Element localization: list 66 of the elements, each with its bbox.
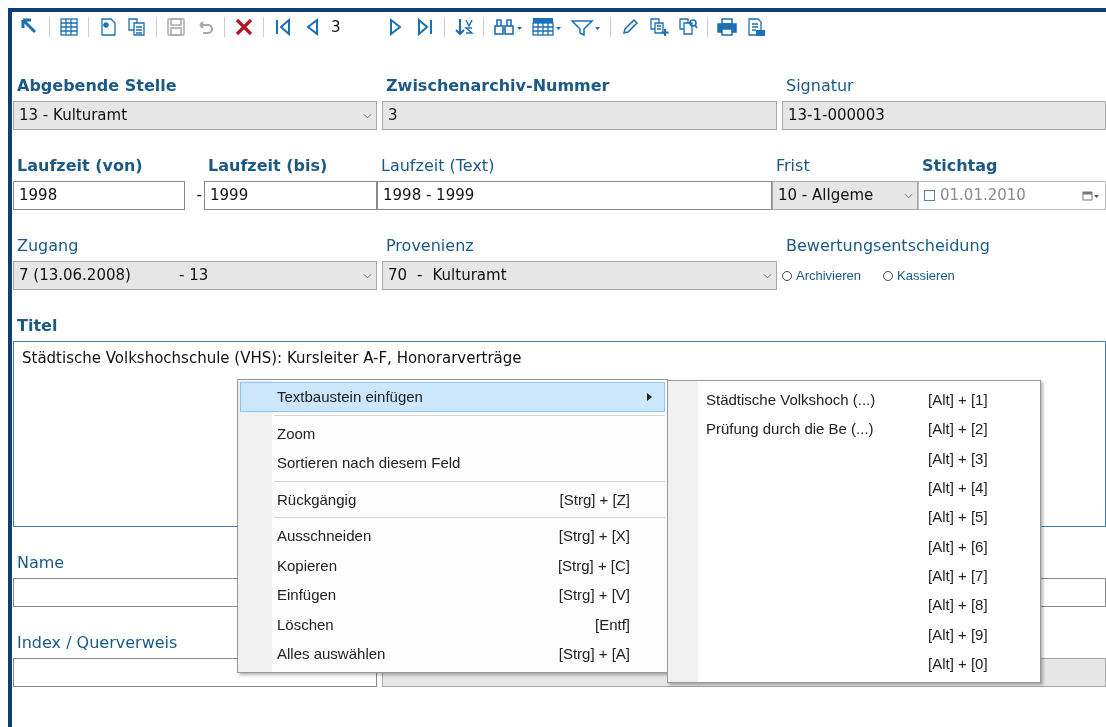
checkbox[interactable] bbox=[924, 190, 935, 201]
menu-item[interactable]: Einfügen [Strg] + [V] bbox=[240, 580, 665, 610]
add-document-icon[interactable] bbox=[648, 17, 669, 37]
menu-item[interactable]: Zoom bbox=[240, 418, 665, 448]
menu-item[interactable]: Sortieren nach diesem Feld bbox=[240, 448, 665, 478]
sort-icon[interactable] bbox=[453, 17, 474, 37]
calendar-icon[interactable] bbox=[531, 17, 562, 37]
field-label: Bewertungsentscheidung bbox=[785, 236, 990, 256]
date-field[interactable]: 01.01.2010 bbox=[918, 181, 1106, 210]
radio-option[interactable]: Archivieren bbox=[782, 268, 862, 283]
table-icon[interactable] bbox=[59, 17, 79, 37]
printer-icon[interactable] bbox=[716, 17, 737, 37]
radio-option[interactable]: Kassieren bbox=[883, 268, 955, 283]
text-field[interactable]: 1998 - 1999 bbox=[377, 181, 772, 210]
menu-item[interactable]: Ausschneiden [Strg] + [X] bbox=[240, 521, 665, 551]
chevron-down-icon bbox=[763, 272, 772, 279]
menu-item[interactable]: Alles auswählen [Strg] + [A] bbox=[240, 639, 665, 669]
text-field[interactable]: 1998 bbox=[13, 181, 185, 210]
record-number: 3 bbox=[331, 18, 341, 36]
menu-item[interactable]: [Alt] + [7] bbox=[668, 560, 1040, 591]
calendar-icon[interactable] bbox=[1082, 190, 1100, 201]
copy-icon[interactable] bbox=[127, 17, 147, 37]
new-page-icon[interactable] bbox=[98, 17, 118, 37]
field-label: Provenienz bbox=[385, 236, 474, 256]
menu-item[interactable]: Städtische Volkshoch (...) [Alt] + [1] bbox=[668, 385, 1040, 415]
field-label: Stichtag bbox=[921, 156, 998, 176]
search-document-icon[interactable] bbox=[677, 17, 698, 37]
chevron-down-icon bbox=[904, 192, 913, 199]
menu-item[interactable]: Textbaustein einfügen bbox=[240, 382, 665, 412]
menu-item[interactable]: Löschen [Entf] bbox=[240, 609, 665, 639]
field-label: Laufzeit (bis) bbox=[207, 156, 328, 176]
delete-icon[interactable] bbox=[234, 17, 254, 37]
menu-item[interactable]: Rückgängig [Strg] + [Z] bbox=[240, 484, 665, 514]
field-label: Abgebende Stelle bbox=[16, 76, 177, 96]
field-label: Name bbox=[16, 553, 65, 573]
range-dash: - bbox=[195, 185, 203, 206]
chevron-down-icon bbox=[363, 272, 372, 279]
menu-item[interactable]: [Alt] + [8] bbox=[668, 590, 1040, 620]
menu-item[interactable]: [Alt] + [4] bbox=[668, 472, 1040, 503]
field-label: Titel bbox=[16, 316, 58, 336]
menu-item[interactable]: [Alt] + [5] bbox=[668, 502, 1040, 532]
field-label: Zwischenarchiv-Nummer bbox=[385, 76, 610, 96]
text-field[interactable]: 13-1-000003 bbox=[782, 101, 1106, 130]
menu-item[interactable]: [Alt] + [6] bbox=[668, 531, 1040, 561]
field-label: Zugang bbox=[16, 236, 79, 256]
field-label: Index / Querverweis bbox=[16, 633, 178, 653]
chevron-down-icon bbox=[363, 112, 372, 119]
menu-item[interactable]: Kopieren [Strg] + [C] bbox=[240, 550, 665, 580]
first-record-icon[interactable] bbox=[273, 17, 293, 37]
report-icon[interactable] bbox=[745, 17, 766, 37]
field-label: Laufzeit (von) bbox=[16, 156, 143, 176]
field-label: Signatur bbox=[785, 76, 854, 96]
menu-item[interactable]: [Alt] + [0] bbox=[668, 648, 1040, 678]
field-label: Frist bbox=[775, 156, 810, 176]
dropdown-field[interactable]: 13 - Kulturamt bbox=[13, 101, 377, 130]
filter-icon[interactable] bbox=[570, 17, 601, 37]
text-field[interactable]: 1999 bbox=[204, 181, 377, 210]
text-field[interactable]: 3 bbox=[382, 101, 777, 130]
binoculars-icon[interactable] bbox=[492, 17, 523, 37]
menu-item[interactable]: Prüfung durch die Be (...) [Alt] + [2] bbox=[668, 414, 1040, 444]
menu-item[interactable]: [Alt] + [3] bbox=[668, 443, 1040, 473]
dropdown-field[interactable]: 70 - Kulturamt bbox=[382, 261, 777, 290]
dropdown-field[interactable]: 7 (13.06.2008) - 13 bbox=[13, 261, 377, 290]
field-label: Laufzeit (Text) bbox=[380, 156, 495, 176]
dropdown-field[interactable]: 10 - Allgeme bbox=[772, 181, 918, 210]
menu-item[interactable]: [Alt] + [9] bbox=[668, 619, 1040, 649]
